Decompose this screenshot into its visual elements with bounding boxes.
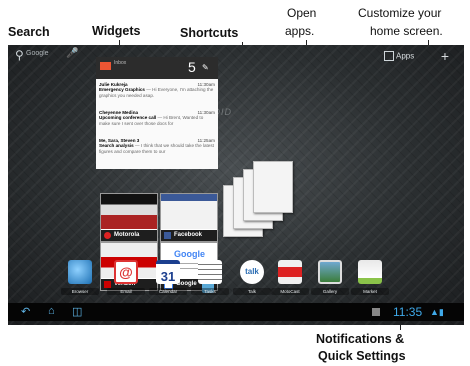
bookmark-thumbnail <box>161 194 217 229</box>
email-from: Cheyenne Medina <box>99 110 139 115</box>
app-calendar[interactable]: 31 Calendar <box>149 260 187 298</box>
signal-battery-icon[interactable]: ▲▮ <box>430 307 444 318</box>
browser-icon <box>68 260 92 284</box>
callout-open-apps-line1: Open <box>287 6 317 20</box>
facebook-favicon <box>164 232 171 239</box>
bookmark-label: Motorola <box>114 232 140 238</box>
email-subject: Emergency Graphics <box>99 87 145 93</box>
home-screen: ⚲ Google 🎤 Apps + DROID Inbox 5 ✎ Julie … <box>8 45 464 325</box>
email-icon: @ <box>114 260 138 284</box>
app-label: Talk <box>233 288 271 295</box>
app-label: Calendar <box>149 288 187 295</box>
system-bar: ↶ ⌂ ◫ 11:35 ▲▮ <box>8 303 464 321</box>
app-talk[interactable]: talk Talk <box>233 260 271 298</box>
bookmark-label-bar: Motorola <box>101 230 157 241</box>
email-time: 11:25am <box>197 138 215 143</box>
callout-shortcuts: Shortcuts <box>180 26 239 40</box>
compose-icon[interactable]: ✎ <box>202 63 209 72</box>
app-gallery[interactable]: Gallery <box>311 260 349 298</box>
apps-label: Apps <box>396 51 415 61</box>
callout-customize-line2: home screen. <box>370 24 443 38</box>
search-icon[interactable]: ⚲ <box>15 48 24 62</box>
bookmark-label-bar: Facebook <box>161 230 217 241</box>
app-tasks[interactable]: Tasks <box>191 260 229 298</box>
google-logo: Google <box>174 249 205 259</box>
email-message[interactable]: Me, Sara, Steven 3 11:25am Search analys… <box>99 138 215 154</box>
stack-card <box>253 161 293 213</box>
motocast-icon <box>278 260 302 284</box>
app-label: Email <box>107 288 145 295</box>
email-list: Julie Kukreja 11:30am Emergency Graphics… <box>96 79 218 169</box>
callout-search: Search <box>8 25 50 39</box>
app-motocast[interactable]: MotoCast <box>271 260 309 298</box>
callout-open-apps-line2: apps. <box>285 24 315 38</box>
app-label: Tasks <box>191 288 229 295</box>
motorola-favicon <box>104 232 111 239</box>
email-account: Inbox <box>114 60 127 66</box>
email-subject: Upcoming conference call <box>99 115 157 121</box>
bookmark-motorola[interactable]: Motorola <box>100 193 158 242</box>
photo-stack-widget[interactable] <box>223 157 313 247</box>
app-market[interactable]: Market <box>351 260 389 298</box>
gallery-icon <box>318 260 342 284</box>
status-clock[interactable]: 11:35 <box>393 305 422 319</box>
customize-button[interactable]: + <box>438 49 452 63</box>
email-time: 11:30am <box>197 110 215 115</box>
app-label: Gallery <box>311 288 349 295</box>
callout-notifications-line1: Notifications & <box>316 332 405 346</box>
email-message[interactable]: Julie Kukreja 11:30am Emergency Graphics… <box>99 82 215 98</box>
email-message[interactable]: Cheyenne Medina 11:30am Upcoming confere… <box>99 110 215 126</box>
callout-widgets: Widgets <box>92 24 141 38</box>
email-widget-header: Inbox 5 ✎ <box>96 57 218 79</box>
shortcut-dock: Browser @ Email 31 Calendar Tasks talk T… <box>8 260 464 300</box>
email-subject: Search analysis <box>99 143 134 149</box>
app-email[interactable]: @ Email <box>107 260 145 298</box>
home-icon[interactable]: ⌂ <box>48 305 55 317</box>
top-bar: ⚲ Google 🎤 Apps + <box>8 45 464 67</box>
recent-apps-icon[interactable]: ◫ <box>72 305 82 318</box>
tasks-icon <box>198 260 222 284</box>
email-from: Julie Kukreja <box>99 82 128 87</box>
app-label: Browser <box>61 288 99 295</box>
search-label[interactable]: Google <box>26 50 49 57</box>
callout-customize-line1: Customize your <box>358 6 442 20</box>
unread-count: 5 <box>188 59 196 75</box>
calendar-icon: 31 <box>156 260 180 284</box>
app-browser[interactable]: Browser <box>61 260 99 298</box>
app-label: Market <box>351 288 389 295</box>
bookmark-label: Facebook <box>174 232 203 238</box>
email-widget[interactable]: Inbox 5 ✎ Julie Kukreja 11:30am Emergenc… <box>96 57 218 169</box>
notification-icon[interactable] <box>372 308 380 316</box>
market-icon <box>358 260 382 284</box>
voice-search-icon[interactable]: 🎤 <box>66 48 78 59</box>
app-label: MotoCast <box>271 288 309 295</box>
apps-icon <box>384 51 394 61</box>
callout-notifications-line2: Quick Settings <box>318 349 406 363</box>
talk-icon: talk <box>240 260 264 284</box>
bookmark-facebook[interactable]: Facebook <box>160 193 218 242</box>
apps-button[interactable]: Apps <box>384 51 424 63</box>
email-time: 11:30am <box>197 82 215 87</box>
bookmark-thumbnail <box>101 194 157 229</box>
back-icon[interactable]: ↶ <box>21 305 30 318</box>
email-from: Me, Sara, Steven 3 <box>99 138 140 143</box>
gmail-icon <box>100 62 111 70</box>
